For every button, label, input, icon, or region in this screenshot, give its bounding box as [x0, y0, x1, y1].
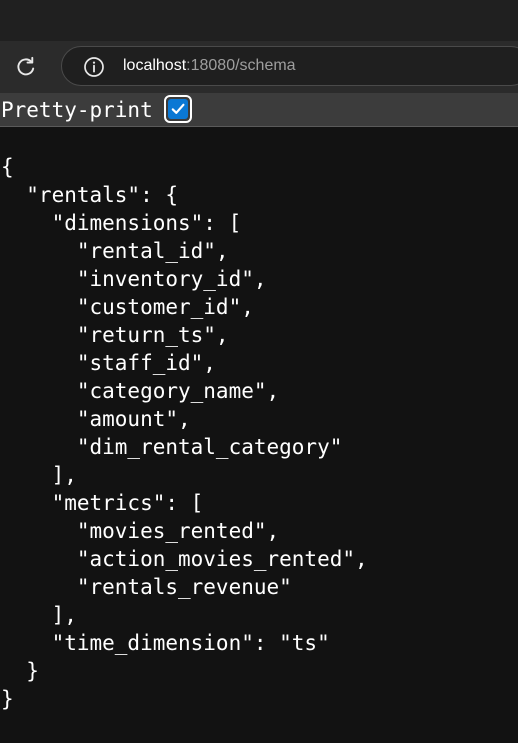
json-line: "metrics": [ [1, 491, 204, 515]
checkbox-fill [168, 99, 188, 119]
json-line: } [1, 687, 14, 711]
json-line: "amount", [1, 407, 191, 431]
pretty-print-checkbox[interactable] [164, 95, 192, 123]
reload-button[interactable] [12, 53, 40, 81]
tab-strip [0, 0, 518, 41]
browser-toolbar: localhost:18080/schema [0, 41, 518, 93]
json-line: "rentals_revenue" [1, 575, 292, 599]
json-line: "movies_rented", [1, 519, 280, 543]
page-content: Pretty-print { "rentals": { "dimensions"… [0, 93, 518, 743]
json-line: "rental_id", [1, 239, 229, 263]
json-line: "return_ts", [1, 323, 229, 347]
url-text[interactable]: localhost:18080/schema [123, 47, 296, 85]
json-line: "customer_id", [1, 295, 254, 319]
info-icon [84, 57, 104, 77]
url-path: :18080/schema [186, 57, 296, 74]
json-line: "rentals": { [1, 183, 179, 207]
checkmark-icon [171, 103, 185, 114]
json-line: { [1, 155, 14, 179]
url-host: localhost [123, 57, 187, 74]
json-line: ], [1, 463, 77, 487]
pretty-print-bar: Pretty-print [0, 93, 518, 127]
json-line: } [1, 659, 39, 683]
json-line: "dimensions": [ [1, 211, 242, 235]
json-line: ], [1, 603, 77, 627]
json-line: "action_movies_rented", [1, 547, 368, 571]
json-viewer: { "rentals": { "dimensions": [ "rental_i… [1, 153, 368, 713]
pretty-print-label: Pretty-print [1, 98, 153, 122]
json-line: "dim_rental_category" [1, 435, 343, 459]
json-line: "category_name", [1, 379, 280, 403]
json-line: "staff_id", [1, 351, 216, 375]
reload-icon [17, 56, 35, 76]
json-line: "inventory_id", [1, 267, 267, 291]
address-bar[interactable]: localhost:18080/schema [61, 46, 518, 86]
site-info-button[interactable] [83, 56, 105, 78]
json-line: "time_dimension": "ts" [1, 631, 330, 655]
